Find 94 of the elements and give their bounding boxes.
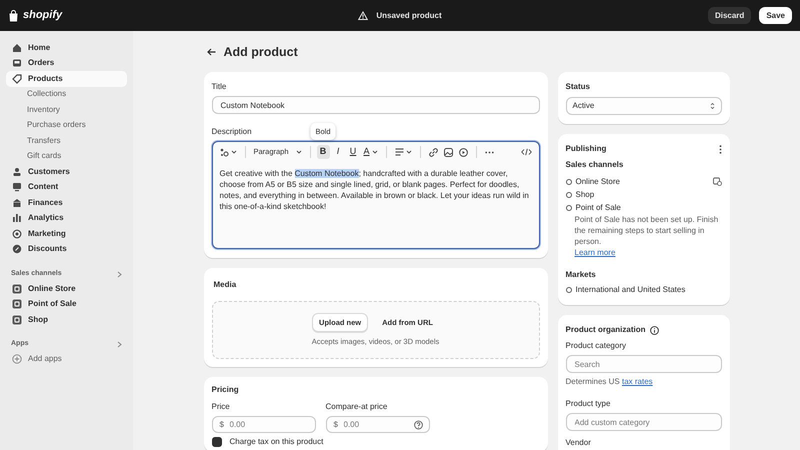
- channel-name: Online Store: [576, 176, 621, 188]
- underline-button[interactable]: U: [346, 145, 360, 159]
- sidebar-subitem[interactable]: Purchase orders: [6, 118, 127, 133]
- sidebar-item[interactable]: Orders: [6, 56, 127, 71]
- select-arrows-icon: [710, 102, 714, 110]
- field-label: Vendor: [566, 437, 591, 449]
- card-title: Media: [214, 279, 238, 291]
- caret-icon: [296, 150, 302, 154]
- logo-text: shopify: [23, 8, 62, 24]
- more-vertical-icon[interactable]: [718, 144, 722, 154]
- italic-button[interactable]: I: [332, 145, 344, 159]
- card-title: Publishing: [566, 143, 606, 155]
- info-icon: [650, 326, 658, 334]
- play-circle-icon: [458, 148, 468, 156]
- field-label: Product category: [566, 340, 626, 352]
- save-button[interactable]: Save: [759, 6, 792, 24]
- sidebar-subitem[interactable]: Gift cards: [6, 148, 127, 164]
- discard-button[interactable]: Discard: [708, 6, 752, 24]
- channel-name: Point of Sale: [576, 202, 622, 214]
- field-label: Compare-at price: [326, 401, 388, 413]
- tag-icon: [12, 74, 22, 84]
- sidebar-item[interactable]: Customers: [6, 164, 127, 180]
- field-label: Title: [212, 81, 226, 93]
- card-title: Product organization: [566, 324, 646, 336]
- product-type-field[interactable]: Add custom category: [566, 413, 722, 431]
- bank-icon: [12, 198, 22, 208]
- status-select[interactable]: Active: [566, 97, 722, 115]
- calendar-clock-icon[interactable]: [712, 177, 722, 186]
- bold-button[interactable]: B: [316, 145, 330, 159]
- channel-note: Point of Sale has not been set up. Finish the remaining steps to start selling in person.: [574, 214, 720, 247]
- app-icon: [12, 299, 22, 310]
- field-label: Price: [212, 401, 230, 413]
- sidebar-item[interactable]: Marketing: [6, 226, 127, 242]
- channel-name: Shop: [576, 188, 596, 200]
- plus-circle-icon: [12, 354, 22, 364]
- section-label: Markets: [566, 269, 597, 281]
- image-button[interactable]: [442, 145, 455, 159]
- caret-icon: [372, 150, 378, 154]
- target-icon: [12, 228, 22, 239]
- inbox-icon: [12, 58, 22, 68]
- sidebar-subitem[interactable]: Transfers: [6, 133, 127, 148]
- title-field[interactable]: Custom Notebook: [212, 96, 540, 114]
- sidebar-subitem[interactable]: Collections: [6, 86, 127, 102]
- caret-icon: [230, 150, 236, 154]
- video-button[interactable]: [456, 145, 470, 159]
- checkbox[interactable]: [212, 437, 222, 447]
- sidebar-item[interactable]: Analytics: [6, 210, 127, 226]
- text-color-button[interactable]: A: [362, 145, 380, 159]
- sidebar-item[interactable]: Online Store: [6, 281, 127, 296]
- help-icon[interactable]: [414, 420, 422, 429]
- hint-text: Determines US tax rates: [566, 376, 654, 388]
- category-field[interactable]: Search: [566, 355, 722, 373]
- currency-symbol: $: [334, 418, 338, 430]
- checkbox-label: Charge tax on this product: [230, 436, 324, 448]
- notice-text: Unsaved product: [376, 10, 442, 22]
- sidebar-item[interactable]: Discounts: [6, 242, 127, 257]
- sidebar-item[interactable]: Finances: [6, 195, 127, 210]
- section-label: Sales channels: [566, 159, 624, 171]
- badge-icon: [12, 244, 22, 254]
- field-label: Product type: [566, 398, 610, 410]
- caret-icon: [406, 150, 412, 154]
- chevron-right-icon: [117, 341, 122, 348]
- sidebar-subitem[interactable]: Inventory: [6, 102, 127, 118]
- person-icon: [12, 166, 22, 177]
- sidebar-item[interactable]: Home: [6, 40, 127, 56]
- shopping-bag-icon: [8, 10, 19, 22]
- learn-more-link[interactable]: Learn more: [574, 247, 616, 259]
- back-arrow-icon[interactable]: [206, 48, 216, 56]
- link-icon: [428, 148, 438, 156]
- code-icon: [520, 148, 532, 156]
- sidebar-item[interactable]: Shop: [6, 312, 127, 328]
- image-icon: [444, 148, 453, 156]
- field-label: Description: [212, 126, 252, 138]
- currency-symbol: $: [220, 418, 224, 430]
- align-left-icon: [394, 148, 404, 156]
- more-icon: [484, 150, 494, 154]
- chevron-right-icon: [117, 270, 122, 278]
- monitor-icon: [12, 182, 22, 192]
- sidebar-item[interactable]: Point of Sale: [6, 296, 127, 312]
- app-icon: [12, 284, 22, 294]
- card-title: Status: [566, 81, 591, 93]
- app-icon: [12, 314, 22, 325]
- market-name: International and United States: [576, 284, 686, 296]
- house-icon: [12, 42, 22, 53]
- description-text: Get creative with the Custom Notebook; handcrafted with a durable leather cover, choose from A5 or B5 size and single lined, grid, or blank pages. Perfect for doodles, notes, and everything in between. Available in brown or black. Let your ideas run wild in this one-of-a-kind sketchbook!: [218, 168, 530, 213]
- sidebar-item[interactable]: Add apps: [6, 352, 127, 367]
- tax-rates-link[interactable]: tax rates: [622, 377, 653, 386]
- link-button[interactable]: [426, 145, 440, 159]
- card-title: Pricing: [212, 384, 240, 396]
- sidebar-item[interactable]: Products: [6, 71, 127, 86]
- page-title: Add product: [224, 44, 298, 61]
- sidebar-item[interactable]: Content: [6, 180, 127, 195]
- warning-icon: [358, 11, 368, 20]
- bar-chart-icon: [12, 213, 22, 224]
